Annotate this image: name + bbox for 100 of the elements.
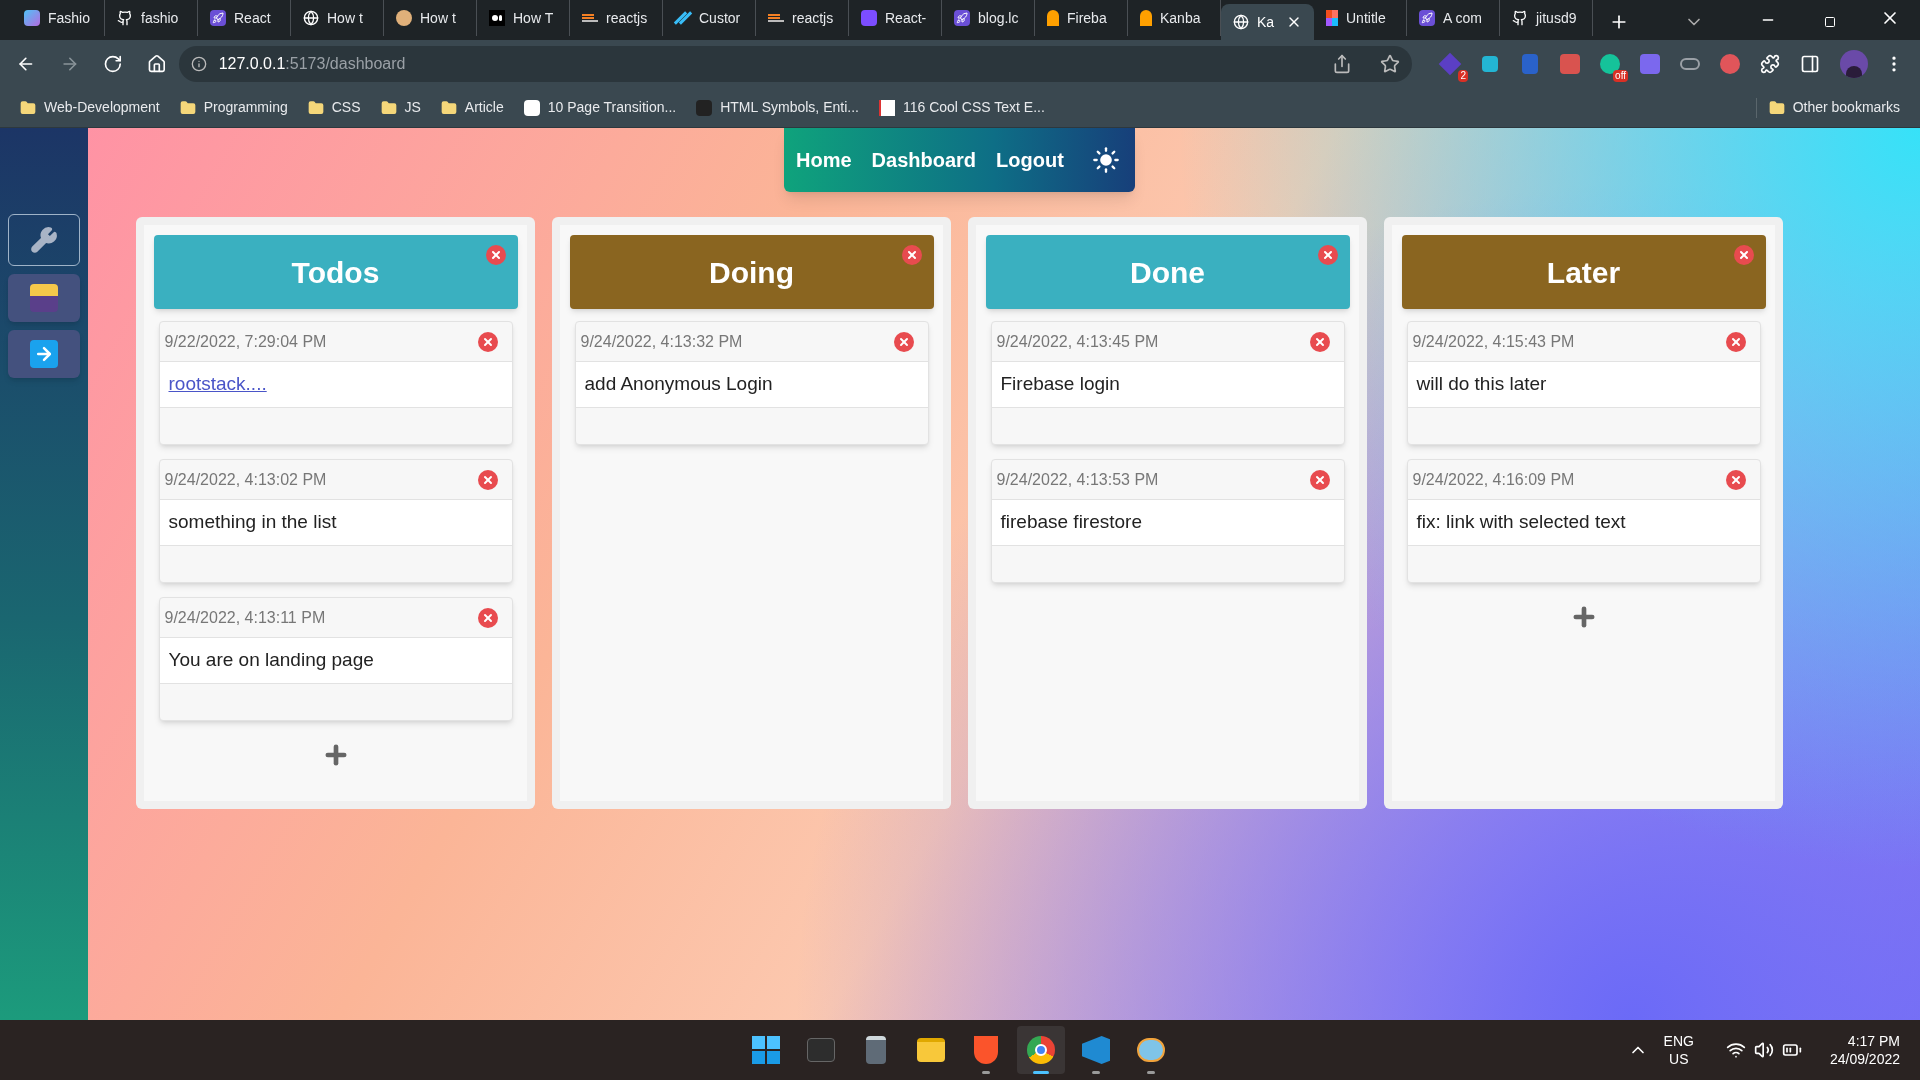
browser-tab[interactable]: fashio — [105, 0, 198, 36]
region-label[interactable]: US — [1669, 1050, 1689, 1068]
extensions-icon[interactable] — [1760, 54, 1781, 74]
bookmark[interactable]: JS — [372, 93, 429, 122]
card-text: Firebase login — [1000, 372, 1120, 397]
language-label[interactable]: ENG — [1663, 1032, 1694, 1050]
nav-link[interactable]: Logout — [996, 145, 1064, 175]
tools-button[interactable] — [8, 214, 80, 266]
card-text: firebase firestore — [1000, 510, 1142, 535]
info-icon[interactable] — [190, 56, 207, 72]
rocket-icon — [1419, 10, 1435, 26]
browser-tab[interactable]: How t — [384, 0, 477, 36]
close-icon — [897, 335, 910, 348]
close-icon — [489, 249, 502, 261]
folder-icon — [20, 99, 36, 116]
close-icon — [905, 249, 918, 261]
lion-shield-icon[interactable] — [974, 1036, 998, 1064]
delete-button[interactable] — [1733, 245, 1754, 265]
close-icon — [1313, 335, 1326, 348]
drawer-icon — [30, 284, 58, 312]
wifi-icon[interactable] — [1725, 1040, 1746, 1060]
tab-title: Kanba — [1160, 8, 1201, 28]
browser-tab[interactable]: Ka — [1221, 4, 1314, 40]
browser-tab[interactable]: reactjs — [570, 0, 663, 36]
bookmark[interactable]: CSS — [299, 93, 369, 122]
close-icon — [481, 473, 494, 486]
delete-button[interactable] — [1309, 469, 1330, 490]
tab-title: reactjs — [792, 8, 834, 28]
browser-tab[interactable]: React — [198, 0, 291, 36]
folder-icon — [440, 99, 457, 116]
reload-icon[interactable] — [103, 54, 123, 74]
card-text: add Anonymous Login — [584, 372, 773, 397]
archive-button[interactable] — [8, 274, 80, 322]
bookmark[interactable]: 116 Cool CSS Text E... — [870, 93, 1053, 122]
tab-title: Ka — [1257, 12, 1275, 32]
card-timestamp: 9/24/2022, 4:13:45 PM — [996, 331, 1159, 352]
home-icon[interactable] — [146, 54, 167, 74]
bookmark[interactable]: Article — [432, 93, 512, 122]
chrome-icon[interactable] — [1027, 1036, 1055, 1064]
browser-tab[interactable]: How t — [291, 0, 384, 36]
browser-tab[interactable]: How T — [477, 0, 570, 36]
delete-button[interactable] — [477, 331, 498, 352]
theme-toggle-icon[interactable] — [1091, 146, 1120, 174]
delete-button[interactable] — [901, 245, 922, 265]
tab-title: React- — [885, 8, 927, 28]
tab-title: blog.lc — [978, 8, 1019, 28]
bookmark[interactable]: 10 Page Transition... — [515, 93, 685, 122]
bag-icon — [24, 10, 40, 26]
delete-button[interactable] — [1725, 469, 1746, 490]
tab-title: Fashio — [48, 8, 91, 28]
star-icon[interactable] — [1380, 54, 1401, 74]
browser-tab[interactable]: Untitle — [1314, 0, 1407, 36]
side-panel-icon[interactable] — [1800, 54, 1821, 74]
bookmark[interactable]: Other bookmarks — [1760, 97, 1908, 118]
tab-title: Custor — [699, 8, 741, 28]
folder-icon — [380, 99, 397, 116]
column-title: Done — [1130, 254, 1205, 291]
browser-tab[interactable]: React- — [849, 0, 942, 36]
tab-title: How t — [420, 8, 456, 28]
delete-button[interactable] — [485, 245, 506, 265]
card-link[interactable]: rootstack.... — [168, 370, 267, 399]
delete-button[interactable] — [477, 607, 498, 628]
volume-icon[interactable] — [1753, 1040, 1774, 1060]
clock-date[interactable]: 24/09/2022 — [1829, 1050, 1900, 1068]
bookmark[interactable]: Programming — [171, 93, 296, 122]
windows-icon[interactable] — [752, 1036, 780, 1064]
browser-tab[interactable]: jitusd9 — [1500, 0, 1593, 36]
column-title: Doing — [709, 254, 794, 291]
delete-button[interactable] — [1309, 331, 1330, 352]
restore-icon[interactable] — [1824, 16, 1836, 28]
browser-tab[interactable]: Fashio — [12, 0, 105, 36]
nav-link[interactable]: Dashboard — [871, 145, 977, 175]
browser-tab[interactable]: Fireba — [1035, 0, 1128, 36]
browser-tab[interactable]: blog.lc — [942, 0, 1035, 36]
extension-badge: off — [1613, 70, 1629, 82]
bookmark[interactable]: HTML Symbols, Enti... — [688, 93, 867, 122]
flame-icon — [1047, 10, 1059, 26]
delete-button[interactable] — [1317, 245, 1338, 265]
palette-icon[interactable] — [1137, 1038, 1165, 1062]
address-bar[interactable]: 127.0.0.1:5173/dashboard — [178, 46, 1413, 82]
clock-time[interactable]: 4:17 PM — [1847, 1032, 1900, 1050]
delete-button[interactable] — [1725, 331, 1746, 352]
tab-title: Untitle — [1346, 8, 1386, 28]
github-icon — [117, 10, 133, 26]
folder-icon — [307, 99, 324, 116]
delete-button[interactable] — [893, 331, 914, 352]
share-icon[interactable] — [1332, 54, 1353, 74]
close-icon — [1313, 473, 1326, 486]
exit-button[interactable] — [8, 330, 80, 378]
browser-tab[interactable]: reactjs — [756, 0, 849, 36]
browser-tab[interactable]: Custor — [663, 0, 756, 36]
terminal-icon[interactable] — [807, 1038, 835, 1062]
browser-tab[interactable]: A com — [1407, 0, 1500, 36]
close-icon — [481, 611, 494, 624]
avatar[interactable] — [1840, 50, 1869, 78]
folder-icon — [179, 99, 196, 116]
bookmark[interactable]: Web-Development — [12, 93, 168, 122]
tab-title: How T — [513, 8, 554, 28]
delete-button[interactable] — [477, 469, 498, 490]
nav-link[interactable]: Home — [796, 145, 852, 175]
